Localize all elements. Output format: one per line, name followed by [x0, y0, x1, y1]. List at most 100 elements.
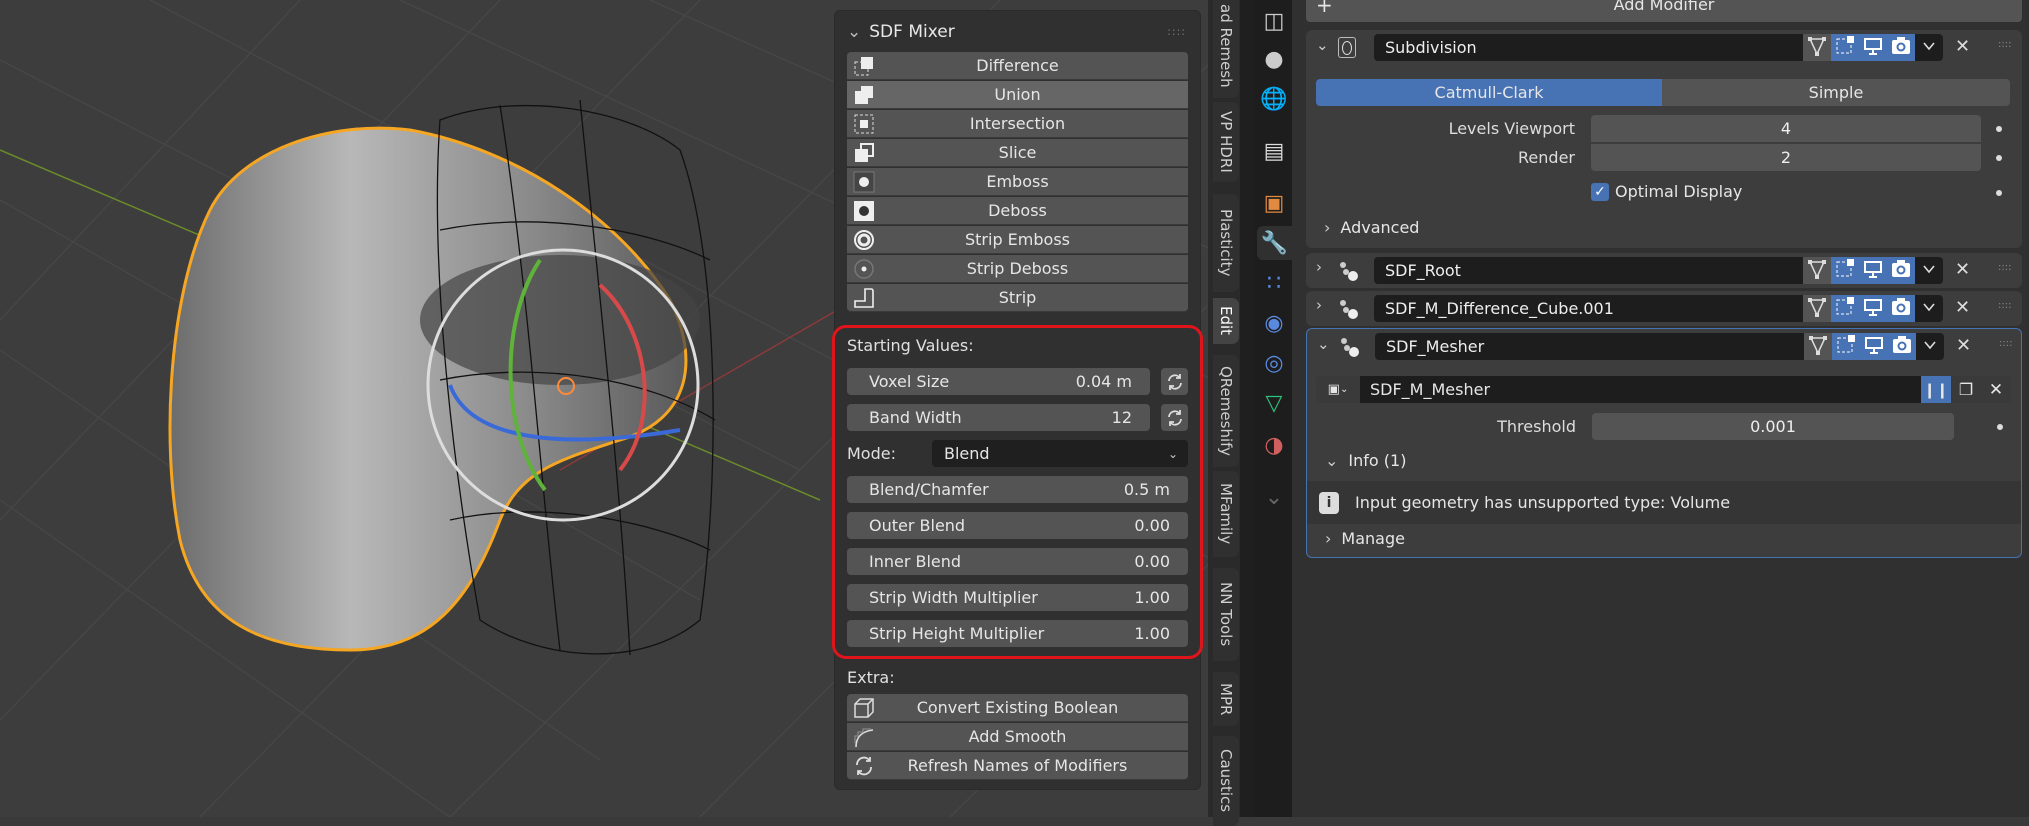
drag-handle-icon[interactable]: ::::	[1998, 39, 2011, 50]
manage-subpanel-header[interactable]: › Manage	[1325, 529, 1405, 548]
edit-mode-toggle[interactable]	[1804, 333, 1832, 360]
render-layers-tab[interactable]: ◫	[1258, 4, 1290, 38]
band-width-field[interactable]: Band Width 12	[847, 404, 1150, 431]
drag-handle-icon[interactable]: ::::	[1998, 262, 2011, 273]
cage-toggle[interactable]	[1832, 333, 1860, 360]
viewport-toggle[interactable]	[1860, 333, 1888, 360]
chevron-down-tab[interactable]: ⌄	[1258, 480, 1290, 514]
operation-difference-button[interactable]: Difference	[847, 52, 1188, 80]
chevron-right-icon[interactable]: ›	[1316, 296, 1322, 314]
viewport-toggle[interactable]	[1859, 34, 1887, 61]
node-group-name-field[interactable]: SDF_M_Mesher	[1360, 376, 1921, 403]
operation-union-button[interactable]: Union	[847, 81, 1188, 109]
particles-tab[interactable]: ∷	[1258, 266, 1290, 300]
simple-option[interactable]: Simple	[1662, 79, 2010, 106]
catmull-clark-option[interactable]: Catmull-Clark	[1316, 79, 1662, 106]
mode-dropdown[interactable]: Blend ⌄	[932, 440, 1188, 467]
viewport-toggle[interactable]	[1859, 295, 1887, 322]
material-tab[interactable]: ◑	[1258, 428, 1290, 462]
unlink-button[interactable]: ✕	[1981, 376, 2011, 403]
keyframe-dot-icon[interactable]	[1997, 424, 2003, 430]
sidebar-tab-caustics[interactable]: Caustics	[1213, 736, 1239, 826]
modifier-name-field[interactable]: SDF_M_Difference_Cube.001	[1374, 295, 1803, 322]
node-group-browse-button[interactable]: ▣ ⌄	[1316, 376, 1360, 403]
delete-modifier-icon[interactable]: ✕	[1955, 297, 1970, 318]
sidebar-tab-nn-tools[interactable]: NN Tools	[1213, 568, 1239, 661]
operation-intersection-button[interactable]: Intersection	[847, 110, 1188, 138]
modifier-menu-button[interactable]	[1916, 333, 1944, 360]
sidebar-tab-qremeshify[interactable]: QRemeshify	[1213, 355, 1239, 467]
cage-toggle[interactable]	[1831, 34, 1859, 61]
cage-toggle[interactable]	[1831, 257, 1859, 284]
panel-header[interactable]: ⌄ SDF Mixer	[847, 13, 955, 51]
duplicate-button[interactable]: ❐	[1951, 376, 1981, 403]
threshold-field[interactable]: 0.001	[1592, 413, 1954, 440]
voxel-size-field[interactable]: Voxel Size 0.04 m	[847, 368, 1150, 395]
constraints-tab[interactable]: ◎	[1258, 346, 1290, 380]
modifier-menu-button[interactable]	[1915, 257, 1943, 284]
reset-voxel-size-button[interactable]	[1161, 368, 1188, 395]
render-toggle[interactable]	[1888, 333, 1916, 360]
sidebar-tab-plasticity[interactable]: Plasticity	[1213, 194, 1239, 292]
object-tab[interactable]: ▣	[1258, 186, 1290, 220]
inner-blend-field[interactable]: Inner Blend 0.00	[847, 548, 1188, 575]
collection-tab[interactable]: ▤	[1258, 134, 1290, 168]
add-modifier-button[interactable]: + Add Modifier	[1306, 0, 2022, 22]
keyframe-dot-icon[interactable]	[1996, 126, 2002, 132]
sidebar-tab-mfamily[interactable]: MFamily	[1213, 471, 1239, 557]
operation-emboss-button[interactable]: Emboss	[847, 168, 1188, 196]
modifier-name-field[interactable]: SDF_Root	[1374, 257, 1803, 284]
drag-handle-icon[interactable]: ::::	[1167, 25, 1186, 38]
modifier-menu-button[interactable]	[1915, 34, 1943, 61]
blend-chamfer-field[interactable]: Blend/Chamfer 0.5 m	[847, 476, 1188, 503]
wrench-tab[interactable]: 🔧	[1257, 226, 1292, 260]
render-toggle[interactable]	[1887, 257, 1915, 284]
object-data-tab[interactable]: ▽	[1258, 386, 1290, 420]
optimal-display-checkbox[interactable]: ✓ Optimal Display	[1591, 182, 1742, 201]
advanced-subpanel-header[interactable]: › Advanced	[1324, 218, 1419, 237]
levels-viewport-field[interactable]: 4	[1591, 115, 1981, 142]
info-subpanel-header[interactable]: ⌄ Info (1)	[1325, 451, 1406, 470]
edit-mode-toggle[interactable]	[1803, 34, 1831, 61]
viewport-toggle[interactable]	[1859, 257, 1887, 284]
add-smooth-button[interactable]: Add Smooth	[847, 723, 1188, 751]
world-tab[interactable]: 🌐	[1258, 82, 1290, 116]
sidebar-tab-edit[interactable]: Edit	[1213, 298, 1239, 344]
convert-existing-boolean-button[interactable]: Convert Existing Boolean	[847, 694, 1188, 722]
render-toggle[interactable]	[1887, 295, 1915, 322]
chevron-right-icon[interactable]: ›	[1316, 258, 1322, 276]
fake-user-button[interactable]: ❙❙	[1921, 376, 1951, 403]
delete-modifier-icon[interactable]: ✕	[1955, 259, 1970, 280]
strip-width-multiplier-field[interactable]: Strip Width Multiplier 1.00	[847, 584, 1188, 611]
chevron-down-icon[interactable]: ⌄	[1316, 36, 1329, 54]
reset-band-width-button[interactable]	[1161, 404, 1188, 431]
physics-tab[interactable]: ◉	[1258, 306, 1290, 340]
keyframe-dot-icon[interactable]	[1996, 155, 2002, 161]
edit-mode-toggle[interactable]	[1803, 257, 1831, 284]
operation-deboss-button[interactable]: Deboss	[847, 197, 1188, 225]
modifier-menu-button[interactable]	[1915, 295, 1943, 322]
edit-mode-toggle[interactable]	[1803, 295, 1831, 322]
drag-handle-icon[interactable]: ::::	[1998, 300, 2011, 311]
render-levels-field[interactable]: 2	[1591, 144, 1981, 171]
modifier-name-field[interactable]: SDF_Mesher	[1375, 333, 1804, 360]
modifier-name-field[interactable]: Subdivision	[1374, 34, 1803, 61]
strip-height-multiplier-field[interactable]: Strip Height Multiplier 1.00	[847, 620, 1188, 647]
cage-toggle[interactable]	[1831, 295, 1859, 322]
operation-strip-deboss-button[interactable]: Strip Deboss	[847, 255, 1188, 283]
sidebar-tab-mpr[interactable]: MPR	[1213, 672, 1239, 726]
operation-strip-emboss-button[interactable]: Strip Emboss	[847, 226, 1188, 254]
scene-tab[interactable]: ●	[1258, 42, 1290, 76]
delete-modifier-icon[interactable]: ✕	[1955, 36, 1970, 57]
keyframe-dot-icon[interactable]	[1996, 190, 2002, 196]
drag-handle-icon[interactable]: ::::	[1999, 338, 2012, 349]
outer-blend-field[interactable]: Outer Blend 0.00	[847, 512, 1188, 539]
delete-modifier-icon[interactable]: ✕	[1956, 335, 1971, 356]
chevron-down-icon[interactable]: ⌄	[1317, 335, 1330, 353]
sidebar-tab-ad-remesh[interactable]: ad Remesh	[1213, 0, 1239, 98]
operation-slice-button[interactable]: Slice	[847, 139, 1188, 167]
refresh-names-of-modifiers-button[interactable]: Refresh Names of Modifiers	[847, 752, 1188, 780]
render-toggle[interactable]	[1887, 34, 1915, 61]
sidebar-tab-vp-hdri[interactable]: VP HDRI	[1213, 102, 1239, 182]
operation-strip-button[interactable]: Strip	[847, 284, 1188, 312]
